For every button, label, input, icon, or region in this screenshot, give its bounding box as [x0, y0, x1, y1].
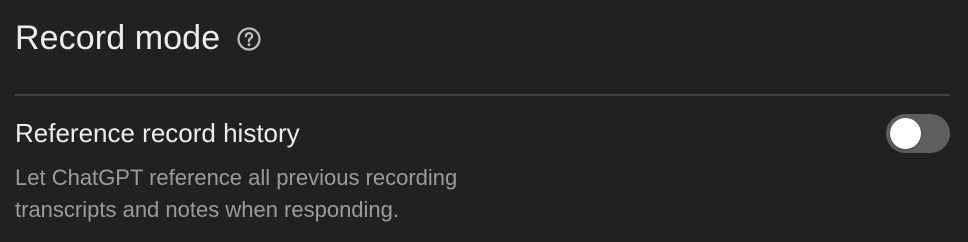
- toggle-knob: [890, 118, 921, 149]
- setting-description: Let ChatGPT reference all previous recor…: [15, 165, 458, 222]
- section-title: Record mode: [15, 19, 221, 57]
- section-divider: [15, 94, 950, 96]
- question-circle-icon[interactable]: [236, 26, 262, 52]
- setting-label: Reference record history: [15, 118, 300, 148]
- reference-record-history-toggle[interactable]: [886, 114, 950, 153]
- section-header: Record mode: [15, 14, 262, 62]
